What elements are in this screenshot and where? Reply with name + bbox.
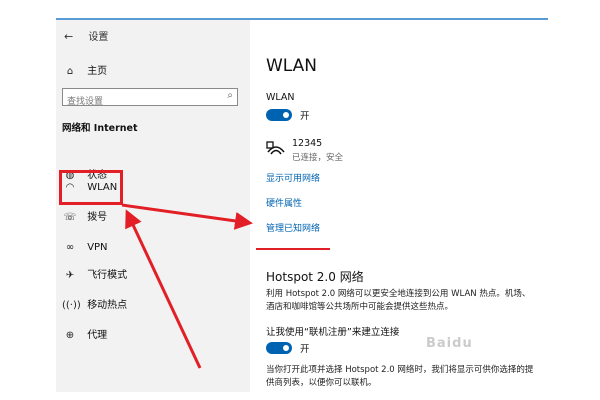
hotspot-description: 利用 Hotspot 2.0 网络可以更安全地连接到公用 WLAN 热点。机场、… [266, 289, 531, 312]
sidebar-item-label: 拨号 [87, 212, 108, 223]
wifi-secure-icon [266, 138, 286, 162]
sidebar-item-label: 代理 [87, 330, 108, 341]
dialup-icon: ☏ [63, 212, 77, 223]
airplane-icon: ✈ [65, 270, 75, 281]
signup-toggle-state: 开 [300, 344, 310, 355]
hotspot-icon: ((·)) [62, 300, 81, 311]
signup-description: 当你打开此项并选择 Hotspot 2.0 网络时，我们将显示可供你选择的提供商… [266, 365, 534, 388]
sidebar: ← 设置 ⌂ 主页 ⌕ 网络和 Internet ◍ 状态 ◠ WLAN ☏ 拨… [56, 20, 250, 392]
wlan-toggle[interactable] [266, 109, 292, 121]
network-name[interactable]: 12345 [292, 138, 322, 149]
search-input[interactable] [63, 94, 217, 110]
hardware-properties-link[interactable]: 硬件属性 [266, 196, 302, 209]
sidebar-item-vpn[interactable]: ∞ VPN [62, 238, 108, 258]
search-icon[interactable]: ⌕ [227, 90, 233, 101]
manage-known-networks-link[interactable]: 管理已知网络 [266, 221, 320, 234]
home-icon: ⌂ [66, 66, 74, 77]
sidebar-item-airplane[interactable]: ✈ 飞行模式 [62, 266, 127, 286]
sidebar-item-hotspot[interactable]: ((·)) 移动热点 [62, 296, 127, 316]
sidebar-item-label: 飞行模式 [87, 270, 128, 281]
signup-toggle[interactable] [266, 342, 292, 354]
vpn-icon: ∞ [65, 242, 75, 253]
back-arrow-icon: ← [64, 30, 74, 43]
wlan-toggle-label: WLAN [266, 92, 295, 103]
annotation-underline [256, 248, 330, 250]
annotation-highlight-box [59, 170, 123, 205]
wlan-toggle-state: 开 [300, 111, 310, 122]
hotspot-section-title: Hotspot 2.0 网络 [266, 270, 364, 284]
sidebar-item-label: VPN [87, 242, 108, 253]
network-status: 已连接，安全 [292, 153, 344, 163]
home-label: 主页 [87, 66, 108, 77]
sidebar-item-label: 移动热点 [87, 300, 128, 311]
section-title: 网络和 Internet [62, 123, 138, 134]
sidebar-item-dialup[interactable]: ☏ 拨号 [62, 208, 107, 228]
proxy-icon: ⊕ [65, 330, 75, 341]
sidebar-item-home[interactable]: ⌂ 主页 [62, 62, 107, 77]
sidebar-item-proxy[interactable]: ⊕ 代理 [62, 326, 107, 346]
show-available-networks-link[interactable]: 显示可用网络 [266, 171, 320, 184]
settings-window: ← 设置 ⌂ 主页 ⌕ 网络和 Internet ◍ 状态 ◠ WLAN ☏ 拨… [56, 18, 548, 392]
main-panel: WLAN WLAN 开 12345 已连接，安全 显示可用网络 硬件属性 管理已… [250, 20, 548, 392]
back-label: 设置 [88, 32, 109, 43]
page-title: WLAN [266, 56, 318, 76]
watermark-logo: Baidu [426, 336, 473, 351]
back-button[interactable]: ← 设置 [64, 28, 108, 43]
signup-toggle-label: 让我使用“联机注册”来建立连接 [266, 327, 400, 338]
search-box: ⌕ [62, 88, 238, 110]
